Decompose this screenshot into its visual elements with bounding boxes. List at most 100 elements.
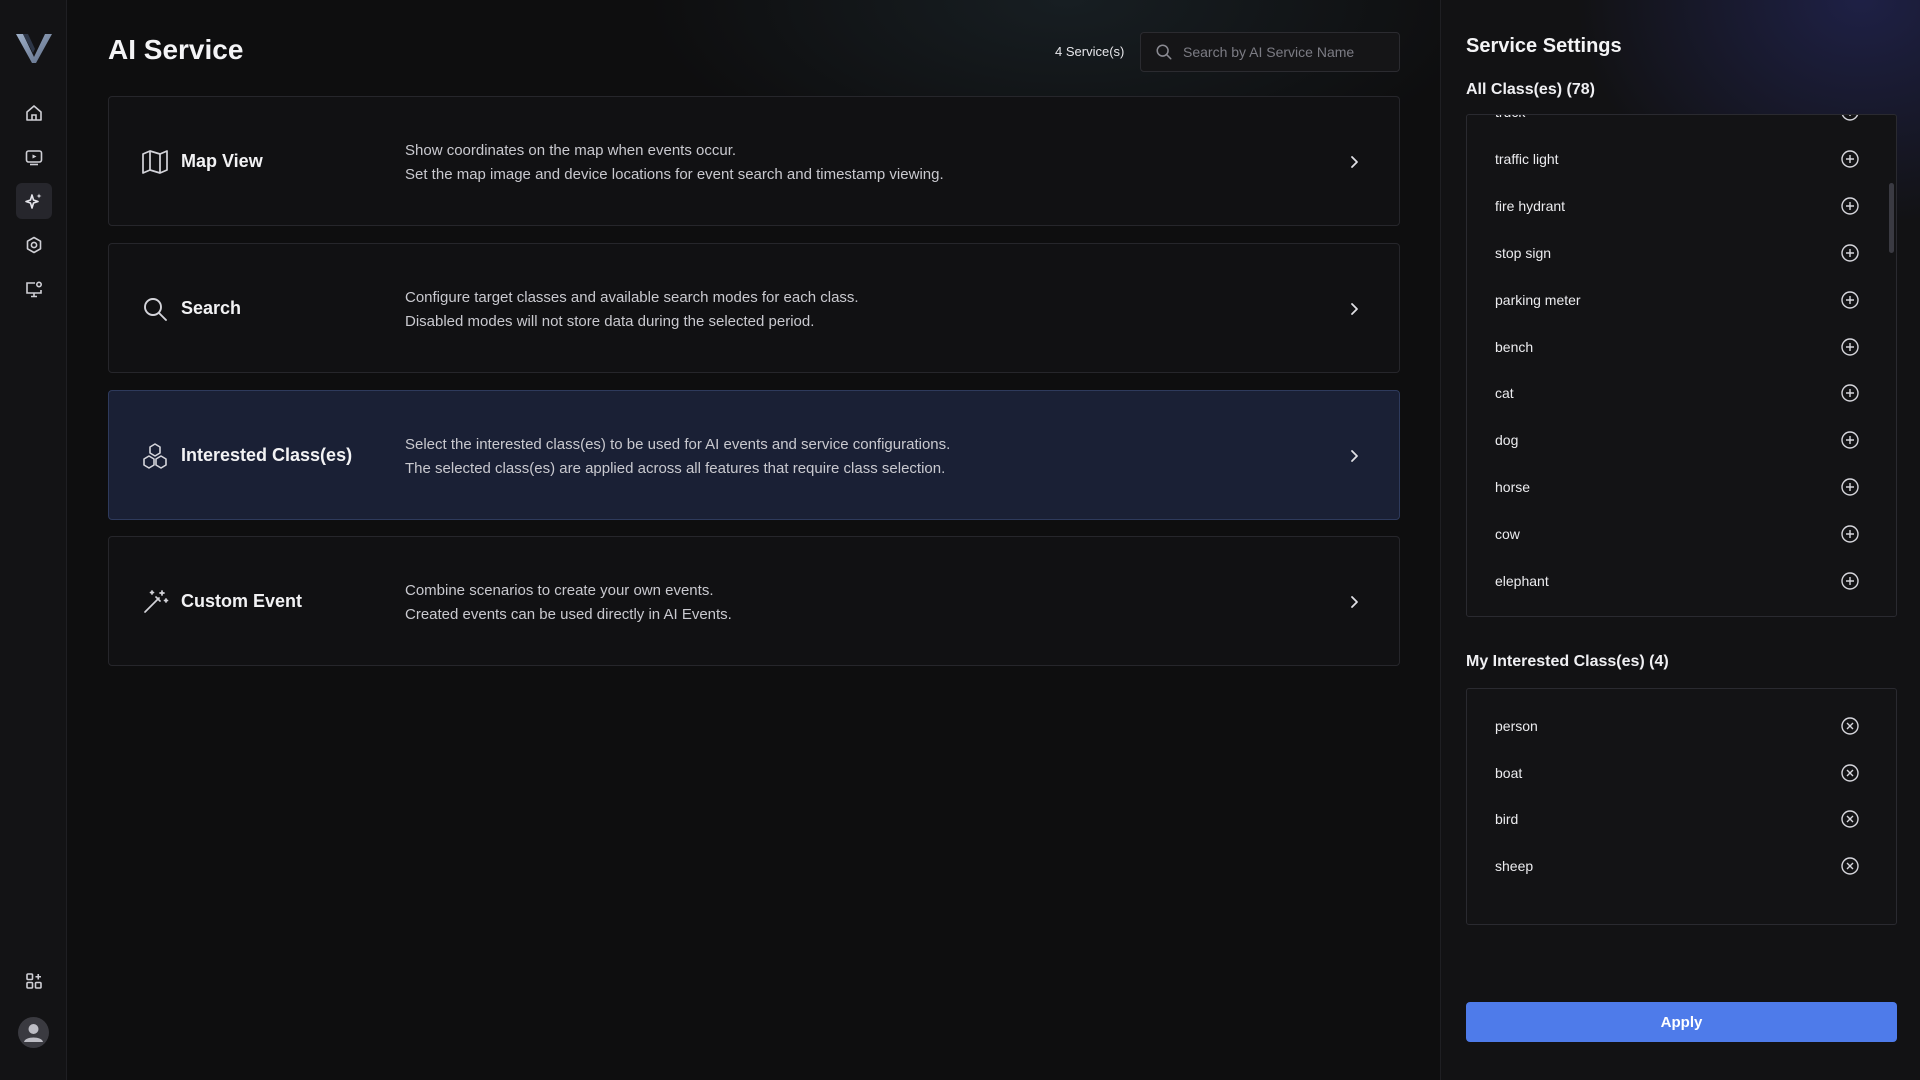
class-label: parking meter (1495, 291, 1581, 308)
remove-class-button[interactable] (1840, 716, 1860, 736)
sidebar-item-apps[interactable] (16, 963, 52, 999)
card-desc-line: Select the interested class(es) to be us… (405, 436, 951, 453)
app-root: AI Service 4 Service(s) Map View Show co… (0, 0, 1920, 1080)
all-classes-title: All Class(es) (78) (1466, 81, 1595, 98)
add-class-button[interactable] (1840, 571, 1860, 591)
plus-circle-icon (1841, 384, 1859, 403)
all-classes-list[interactable]: truck traffic light fire hydrant stop sign p… (1466, 114, 1897, 617)
list-item: bird (1467, 804, 1896, 834)
user-avatar-icon (24, 1024, 43, 1042)
add-class-button[interactable] (1840, 477, 1860, 497)
list-item: parking meter (1467, 285, 1896, 315)
close-circle-icon (1841, 763, 1859, 782)
card-desc-line: Combine scenarios to create your own eve… (405, 582, 714, 599)
plus-circle-icon (1841, 525, 1859, 543)
settings-gear-icon (26, 236, 42, 254)
plus-circle-icon (1841, 115, 1859, 121)
list-item: dog (1467, 425, 1896, 455)
card-desc-line: Show coordinates on the map when events … (405, 142, 737, 159)
list-item: boat (1467, 758, 1896, 788)
add-class-button[interactable] (1840, 290, 1860, 310)
playback-icon (25, 150, 43, 166)
class-label: dog (1495, 432, 1519, 449)
card-custom-event[interactable]: Custom Event Combine scenarios to create… (108, 536, 1400, 666)
sidebar-item-ai-service[interactable] (16, 183, 52, 219)
my-classes-list[interactable]: person boat bird sheep (1466, 688, 1897, 925)
close-circle-icon (1841, 717, 1859, 735)
search-box[interactable] (1140, 32, 1400, 72)
list-item: cat (1467, 378, 1896, 408)
class-label: bird (1495, 811, 1519, 828)
list-item: stop sign (1467, 238, 1896, 268)
chevron-right-icon (1351, 303, 1358, 315)
sidebar (0, 0, 67, 1080)
sidebar-item-playback[interactable] (16, 139, 52, 175)
add-class-button[interactable] (1840, 115, 1860, 122)
remove-class-button[interactable] (1840, 763, 1860, 783)
card-description: Configure target classes and available s… (405, 286, 859, 334)
plus-circle-icon (1841, 478, 1859, 496)
sidebar-item-settings[interactable] (16, 227, 52, 263)
monitor-settings-icon (26, 281, 43, 298)
add-class-button[interactable] (1840, 243, 1860, 263)
list-item: person (1467, 711, 1896, 741)
add-class-button[interactable] (1840, 524, 1860, 544)
class-label: cow (1495, 526, 1520, 543)
card-search[interactable]: Search Configure target classes and avai… (108, 243, 1400, 373)
map-icon (142, 150, 168, 174)
list-item: horse (1467, 472, 1896, 502)
page-title: AI Service (108, 34, 244, 65)
list-item: truck (1467, 115, 1896, 127)
brand-logo[interactable] (14, 30, 54, 66)
card-interested-classes[interactable]: Interested Class(es) Select the interest… (108, 390, 1400, 520)
search-icon (1156, 44, 1172, 60)
search-input[interactable] (1183, 44, 1383, 60)
list-item: traffic light (1467, 144, 1896, 174)
card-desc-line: Disabled modes will not store data durin… (405, 313, 815, 330)
list-item: elephant (1467, 566, 1896, 596)
list-scrollbar[interactable] (1889, 183, 1894, 253)
card-description: Combine scenarios to create your own eve… (405, 579, 732, 627)
plus-circle-icon (1841, 243, 1859, 262)
cubes-icon (143, 443, 167, 469)
add-class-button[interactable] (1840, 337, 1860, 357)
add-class-button[interactable] (1840, 196, 1860, 216)
service-settings-panel: Service Settings All Class(es) (78) truc… (1440, 0, 1920, 1080)
list-item: cow (1467, 519, 1896, 549)
add-class-button[interactable] (1840, 383, 1860, 403)
card-desc-line: Configure target classes and available s… (405, 289, 859, 306)
list-item: bear (1467, 613, 1896, 616)
class-label: horse (1495, 479, 1531, 496)
add-class-button[interactable] (1840, 149, 1860, 169)
card-desc-line: Set the map image and device locations f… (405, 166, 944, 183)
card-desc-line: Created events can be used directly in A… (405, 606, 732, 623)
plus-circle-icon (1841, 337, 1859, 356)
list-item: bench (1467, 332, 1896, 362)
ai-sparkle-icon (25, 193, 42, 209)
apps-add-icon (26, 973, 42, 989)
chevron-right-icon (1351, 156, 1358, 168)
user-avatar[interactable] (18, 1017, 49, 1048)
plus-circle-icon (1841, 150, 1859, 168)
remove-class-button[interactable] (1840, 809, 1860, 829)
home-icon (26, 105, 42, 121)
sidebar-item-system[interactable] (16, 271, 52, 307)
my-classes-title: My Interested Class(es) (4) (1466, 653, 1669, 670)
main-content: AI Service 4 Service(s) Map View Show co… (67, 0, 1440, 1080)
plus-circle-icon (1841, 431, 1859, 449)
card-title: Search (181, 298, 242, 318)
chevron-right-icon (1351, 450, 1358, 462)
class-label: stop sign (1495, 244, 1552, 261)
class-label: elephant (1495, 573, 1549, 589)
apply-button[interactable]: Apply (1466, 1002, 1897, 1042)
sidebar-item-home[interactable] (16, 95, 52, 131)
class-label: truck (1495, 115, 1525, 120)
chevron-right-icon (1351, 596, 1358, 608)
remove-class-button[interactable] (1840, 856, 1860, 876)
class-label: fire hydrant (1495, 197, 1566, 214)
card-map-view[interactable]: Map View Show coordinates on the map whe… (108, 96, 1400, 226)
add-class-button[interactable] (1840, 430, 1860, 450)
list-item: fire hydrant (1467, 191, 1896, 221)
class-label: sheep (1495, 858, 1534, 875)
service-count: 4 Service(s) (1055, 44, 1125, 59)
